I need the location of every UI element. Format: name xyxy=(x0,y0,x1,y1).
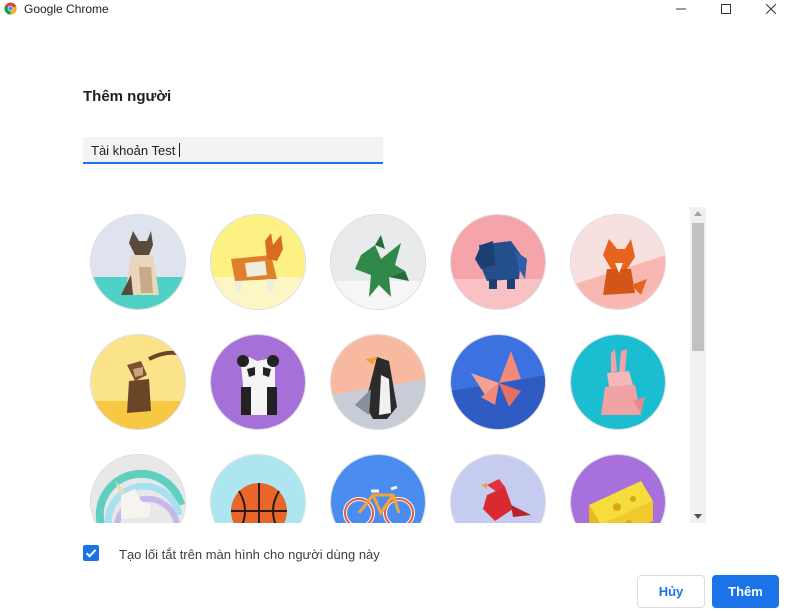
avatar-panda[interactable] xyxy=(210,334,306,430)
basketball-icon xyxy=(211,455,305,523)
close-button[interactable] xyxy=(748,0,794,18)
avatar-butterfly[interactable] xyxy=(450,334,546,430)
elephant-icon xyxy=(451,215,545,309)
butterfly-icon xyxy=(451,335,545,429)
avatar-dragon[interactable] xyxy=(330,214,426,310)
add-button[interactable]: Thêm xyxy=(712,575,779,608)
maximize-button[interactable] xyxy=(703,0,749,18)
avatar-corgi[interactable] xyxy=(210,214,306,310)
scroll-down-icon[interactable] xyxy=(694,514,702,519)
avatar-grid xyxy=(83,207,693,523)
title-bar: Google Chrome xyxy=(0,0,794,18)
cancel-button[interactable]: Hủy xyxy=(637,575,705,608)
avatar-cheese[interactable] xyxy=(570,454,666,523)
text-caret xyxy=(179,143,181,157)
scrollbar-thumb[interactable] xyxy=(692,223,704,351)
bird-icon xyxy=(451,455,545,523)
avatar-rabbit[interactable] xyxy=(570,334,666,430)
avatar-bike[interactable] xyxy=(330,454,426,523)
dialog-title: Thêm người xyxy=(83,88,172,105)
unicorn-icon xyxy=(91,455,185,523)
dragon-icon xyxy=(331,215,425,309)
desktop-shortcut-label: Tạo lối tắt trên màn hình cho người dùng… xyxy=(119,547,380,562)
scroll-up-icon[interactable] xyxy=(694,211,702,216)
avatar-bird[interactable] xyxy=(450,454,546,523)
checkmark-icon xyxy=(85,549,97,558)
monkey-icon xyxy=(91,335,185,429)
cat-icon xyxy=(91,215,185,309)
panda-icon xyxy=(211,335,305,429)
avatar-unicorn[interactable] xyxy=(90,454,186,523)
avatar-penguin[interactable] xyxy=(330,334,426,430)
desktop-shortcut-checkbox[interactable] xyxy=(83,545,99,561)
maximize-icon xyxy=(721,4,731,14)
avatar-scrollbar[interactable] xyxy=(690,207,706,523)
avatar-monkey[interactable] xyxy=(90,334,186,430)
avatar-basketball[interactable] xyxy=(210,454,306,523)
bike-icon xyxy=(331,455,425,523)
close-icon xyxy=(766,4,776,14)
avatar-cat[interactable] xyxy=(90,214,186,310)
rabbit-icon xyxy=(571,335,665,429)
app-title: Google Chrome xyxy=(24,2,109,16)
minimize-button[interactable] xyxy=(658,0,704,18)
corgi-icon xyxy=(211,215,305,309)
penguin-icon xyxy=(331,335,425,429)
profile-name-input[interactable]: Tài khoản Test xyxy=(83,137,383,164)
profile-name-value: Tài khoản Test xyxy=(91,143,176,158)
fox-icon xyxy=(571,215,665,309)
avatar-fox[interactable] xyxy=(570,214,666,310)
avatar-elephant[interactable] xyxy=(450,214,546,310)
cheese-icon xyxy=(571,455,665,523)
minimize-icon xyxy=(676,8,686,10)
chrome-logo-icon xyxy=(4,2,17,15)
